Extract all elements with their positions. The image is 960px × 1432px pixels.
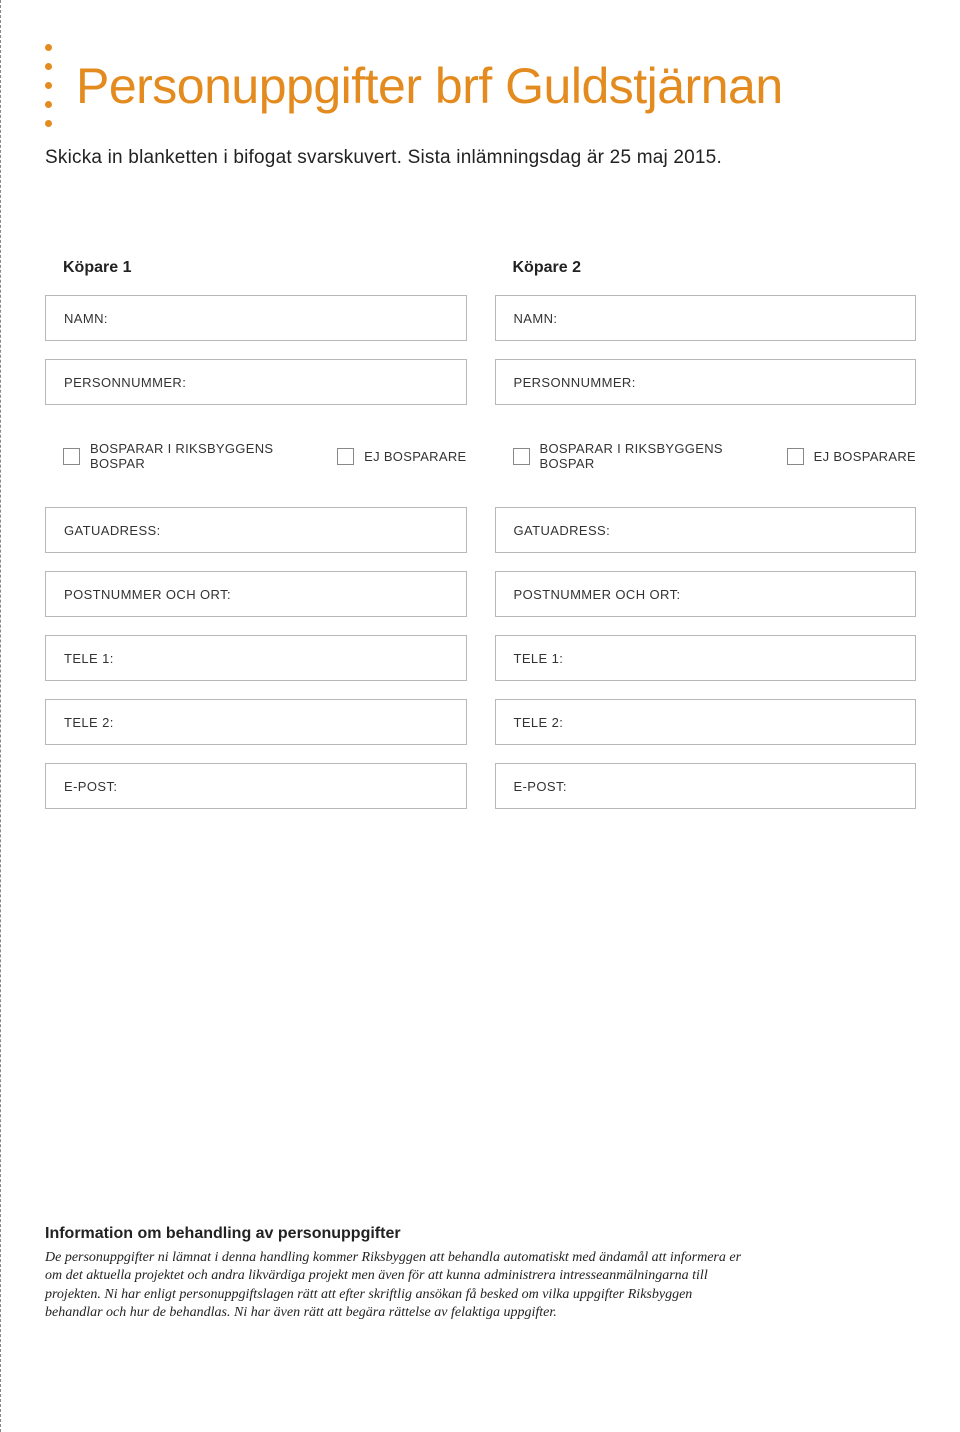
dot-icon xyxy=(45,82,52,89)
buyer2-ejbospar-checkbox[interactable] xyxy=(787,448,804,465)
dot-icon xyxy=(45,44,52,51)
field-label: E-POST: xyxy=(64,779,117,794)
field-label: TELE 2: xyxy=(64,715,114,730)
buyer2-tele2-field[interactable]: TELE 2: xyxy=(495,699,917,745)
field-label: PERSONNUMMER: xyxy=(514,375,636,390)
checkbox-label: BOSPARAR I RIKSBYGGENS BOSPAR xyxy=(540,441,777,471)
buyer1-tele1-field[interactable]: TELE 1: xyxy=(45,635,467,681)
buyer2-bospar-checkbox[interactable] xyxy=(513,448,530,465)
page-title: Personuppgifter brf Guldstjärnan xyxy=(76,57,783,115)
buyer1-pnr-field[interactable]: PERSONNUMMER: xyxy=(45,359,467,405)
checkbox-label: EJ BOSPARARE xyxy=(814,449,916,464)
field-label: POSTNUMMER OCH ORT: xyxy=(514,587,681,602)
field-label: GATUADRESS: xyxy=(64,523,161,538)
info-text: De personuppgifter ni lämnat i denna han… xyxy=(45,1249,745,1322)
dot-icon xyxy=(45,63,52,70)
dot-icon xyxy=(45,120,52,127)
field-label: E-POST: xyxy=(514,779,567,794)
buyer2-pnr-field[interactable]: PERSONNUMMER: xyxy=(495,359,917,405)
title-row: Personuppgifter brf Guldstjärnan xyxy=(45,44,916,127)
buyer2-tele1-field[interactable]: TELE 1: xyxy=(495,635,917,681)
buyer1-ejbospar-checkbox[interactable] xyxy=(337,448,354,465)
logo-dots xyxy=(45,44,52,127)
page-subtitle: Skicka in blanketten i bifogat svarskuve… xyxy=(45,147,916,169)
checkbox-label: EJ BOSPARARE xyxy=(364,449,466,464)
buyer1-street-field[interactable]: GATUADRESS: xyxy=(45,507,467,553)
field-label: POSTNUMMER OCH ORT: xyxy=(64,587,231,602)
field-label: NAMN: xyxy=(64,311,108,326)
checkbox-label: BOSPARAR I RIKSBYGGENS BOSPAR xyxy=(90,441,327,471)
buyer1-email-field[interactable]: E-POST: xyxy=(45,763,467,809)
buyer2-street-field[interactable]: GATUADRESS: xyxy=(495,507,917,553)
buyer1-tele2-field[interactable]: TELE 2: xyxy=(45,699,467,745)
field-label: TELE 1: xyxy=(514,651,564,666)
field-label: NAMN: xyxy=(514,311,558,326)
buyer1-bospar-checkbox[interactable] xyxy=(63,448,80,465)
dot-icon xyxy=(45,101,52,108)
field-label: TELE 1: xyxy=(64,651,114,666)
buyer1-heading: Köpare 1 xyxy=(63,259,467,277)
buyer2-postal-field[interactable]: POSTNUMMER OCH ORT: xyxy=(495,571,917,617)
buyer2-heading: Köpare 2 xyxy=(513,259,917,277)
buyer1-name-field[interactable]: NAMN: xyxy=(45,295,467,341)
buyer2-column: Köpare 2 NAMN: PERSONNUMMER: BOSPARAR I … xyxy=(495,259,917,827)
buyer2-name-field[interactable]: NAMN: xyxy=(495,295,917,341)
buyer1-column: Köpare 1 NAMN: PERSONNUMMER: BOSPARAR I … xyxy=(45,259,467,827)
info-block: Information om behandling av personuppgi… xyxy=(45,1225,745,1322)
field-label: TELE 2: xyxy=(514,715,564,730)
field-label: GATUADRESS: xyxy=(514,523,611,538)
field-label: PERSONNUMMER: xyxy=(64,375,186,390)
buyer1-postal-field[interactable]: POSTNUMMER OCH ORT: xyxy=(45,571,467,617)
info-heading: Information om behandling av personuppgi… xyxy=(45,1225,745,1243)
buyer2-email-field[interactable]: E-POST: xyxy=(495,763,917,809)
